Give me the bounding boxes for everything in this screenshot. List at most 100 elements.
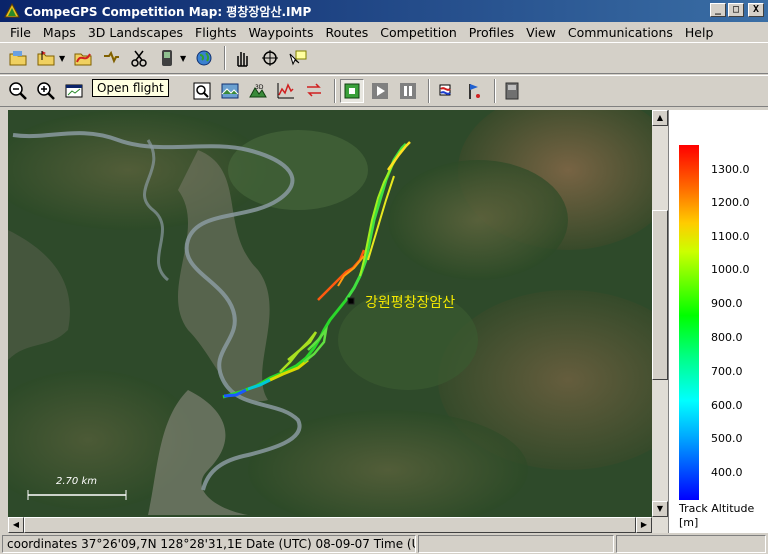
gps-icon — [505, 82, 519, 100]
legend-tick: 800.0 — [711, 331, 743, 344]
close-button[interactable]: X — [748, 3, 764, 17]
status-pane-2 — [418, 535, 614, 553]
gps-button[interactable] — [500, 79, 524, 103]
toolbar-separator-4 — [494, 79, 496, 103]
status-bar: coordinates 37°26'09,7N 128°28'31,1E Dat… — [0, 534, 768, 554]
menu-competition[interactable]: Competition — [374, 25, 463, 40]
scroll-right-button[interactable]: ▶ — [636, 517, 652, 533]
pan-button[interactable] — [230, 46, 254, 70]
menu-3d-landscapes[interactable]: 3D Landscapes — [82, 25, 189, 40]
dropdown-arrow-icon-2[interactable]: ▼ — [180, 54, 188, 63]
menu-profiles[interactable]: Profiles — [463, 25, 520, 40]
legend-tick: 500.0 — [711, 432, 743, 445]
legend-tick: 1200.0 — [711, 196, 750, 209]
window-title: CompeGPS Competition Map: 평창장암산.IMP — [24, 4, 312, 19]
svg-text:3D: 3D — [255, 84, 264, 91]
play-button[interactable] — [368, 79, 392, 103]
legend-tick: 600.0 — [711, 399, 743, 412]
track-analysis-button[interactable] — [302, 79, 326, 103]
menu-communications[interactable]: Communications — [562, 25, 679, 40]
horizontal-scrollbar[interactable]: ◀ ▶ — [8, 517, 668, 533]
open-waypoints-icon — [37, 51, 55, 66]
zoom-in-button[interactable] — [34, 79, 58, 103]
scissors-icon — [131, 50, 147, 67]
fit-map-button[interactable] — [62, 79, 86, 103]
dropdown-arrow-icon[interactable]: ▼ — [59, 54, 67, 63]
open-flight-icon — [74, 53, 92, 66]
toolbar-separator-2 — [334, 79, 336, 103]
legend-tick: 400.0 — [711, 466, 743, 479]
map-window-icon — [65, 84, 83, 98]
open-flight-button[interactable] — [71, 46, 95, 70]
menu-routes[interactable]: Routes — [319, 25, 374, 40]
stop-icon — [344, 83, 360, 99]
legend-tick: 700.0 — [711, 365, 743, 378]
maximize-button[interactable]: □ — [728, 3, 744, 17]
profile-chart-icon — [277, 83, 294, 99]
legend-tick: 1000.0 — [711, 263, 750, 276]
menu-maps[interactable]: Maps — [37, 25, 82, 40]
open-map-button[interactable] — [6, 46, 30, 70]
stop-button[interactable] — [340, 79, 364, 103]
menu-view[interactable]: View — [520, 25, 562, 40]
zoom-out-button[interactable] — [6, 79, 30, 103]
altitude-color-scale — [679, 145, 699, 500]
vertical-scroll-thumb[interactable] — [652, 210, 668, 380]
menu-file[interactable]: File — [4, 25, 37, 40]
scroll-left-button[interactable]: ◀ — [8, 517, 24, 533]
profile-button[interactable] — [274, 79, 298, 103]
map-view[interactable]: 강원평창장암산 2.70 km — [8, 110, 652, 517]
track-analysis-icon — [307, 83, 321, 97]
waypoint-label[interactable]: 강원평창장암산 — [365, 292, 455, 312]
menu-help[interactable]: Help — [679, 25, 720, 40]
status-pane-3 — [616, 535, 766, 553]
pointer-note-icon — [289, 50, 307, 66]
waypoint-marker — [347, 297, 355, 305]
gps-device-button[interactable] — [155, 46, 179, 70]
3d-landscape-icon: 3D — [249, 84, 267, 98]
scroll-up-button[interactable]: ▲ — [652, 110, 668, 126]
legend-tick: 1300.0 — [711, 163, 750, 176]
map-layers-button[interactable] — [218, 79, 242, 103]
zoom-window-icon — [193, 82, 211, 100]
pause-icon — [400, 83, 416, 99]
title-bar[interactable]: CompeGPS Competition Map: 평창장암산.IMP _ □ … — [0, 0, 768, 22]
open-route-icon — [104, 50, 119, 64]
legend-title: Track Altitude — [679, 502, 755, 515]
pause-button[interactable] — [396, 79, 420, 103]
map-layers-icon — [221, 83, 239, 99]
play-icon — [372, 83, 388, 99]
menu-bar: File Maps 3D Landscapes Flights Waypoint… — [0, 22, 768, 42]
satellite-terrain — [8, 110, 652, 517]
pilot-icon — [469, 84, 480, 99]
vertical-scrollbar[interactable]: ▲ ▼ — [652, 110, 668, 517]
scroll-down-button[interactable]: ▼ — [652, 501, 668, 517]
minimize-button[interactable]: _ — [710, 3, 726, 17]
zoom-in-icon — [37, 82, 55, 100]
zoom-point-button[interactable] — [258, 46, 282, 70]
target-icon — [262, 50, 278, 66]
cut-button[interactable] — [127, 46, 151, 70]
altitude-legend: 1300.0 1200.0 1100.0 1000.0 900.0 800.0 … — [668, 110, 768, 533]
compegps-app-icon — [4, 3, 20, 18]
zoom-window-button[interactable] — [190, 79, 214, 103]
horizontal-scroll-thumb[interactable] — [24, 517, 636, 533]
3d-landscape-button[interactable]: 3D — [246, 79, 270, 103]
select-button[interactable] — [286, 46, 310, 70]
menu-flights[interactable]: Flights — [189, 25, 242, 40]
toolbar-separator — [224, 46, 226, 70]
legend-unit: [m] — [679, 516, 699, 529]
globe-icon — [196, 50, 212, 66]
pilot-button[interactable] — [462, 79, 486, 103]
open-route-button[interactable] — [99, 46, 123, 70]
tooltip: Open flight — [92, 79, 169, 97]
open-waypoints-button[interactable] — [34, 46, 58, 70]
globe-button[interactable] — [192, 46, 216, 70]
zoom-out-icon — [9, 82, 27, 100]
legend-tick: 1100.0 — [711, 230, 750, 243]
toolbar-separator-3 — [428, 79, 430, 103]
main-toolbar: ▼ ▼ — [0, 42, 768, 74]
hand-icon — [237, 52, 248, 67]
thermal-button[interactable] — [434, 79, 458, 103]
menu-waypoints[interactable]: Waypoints — [242, 25, 319, 40]
